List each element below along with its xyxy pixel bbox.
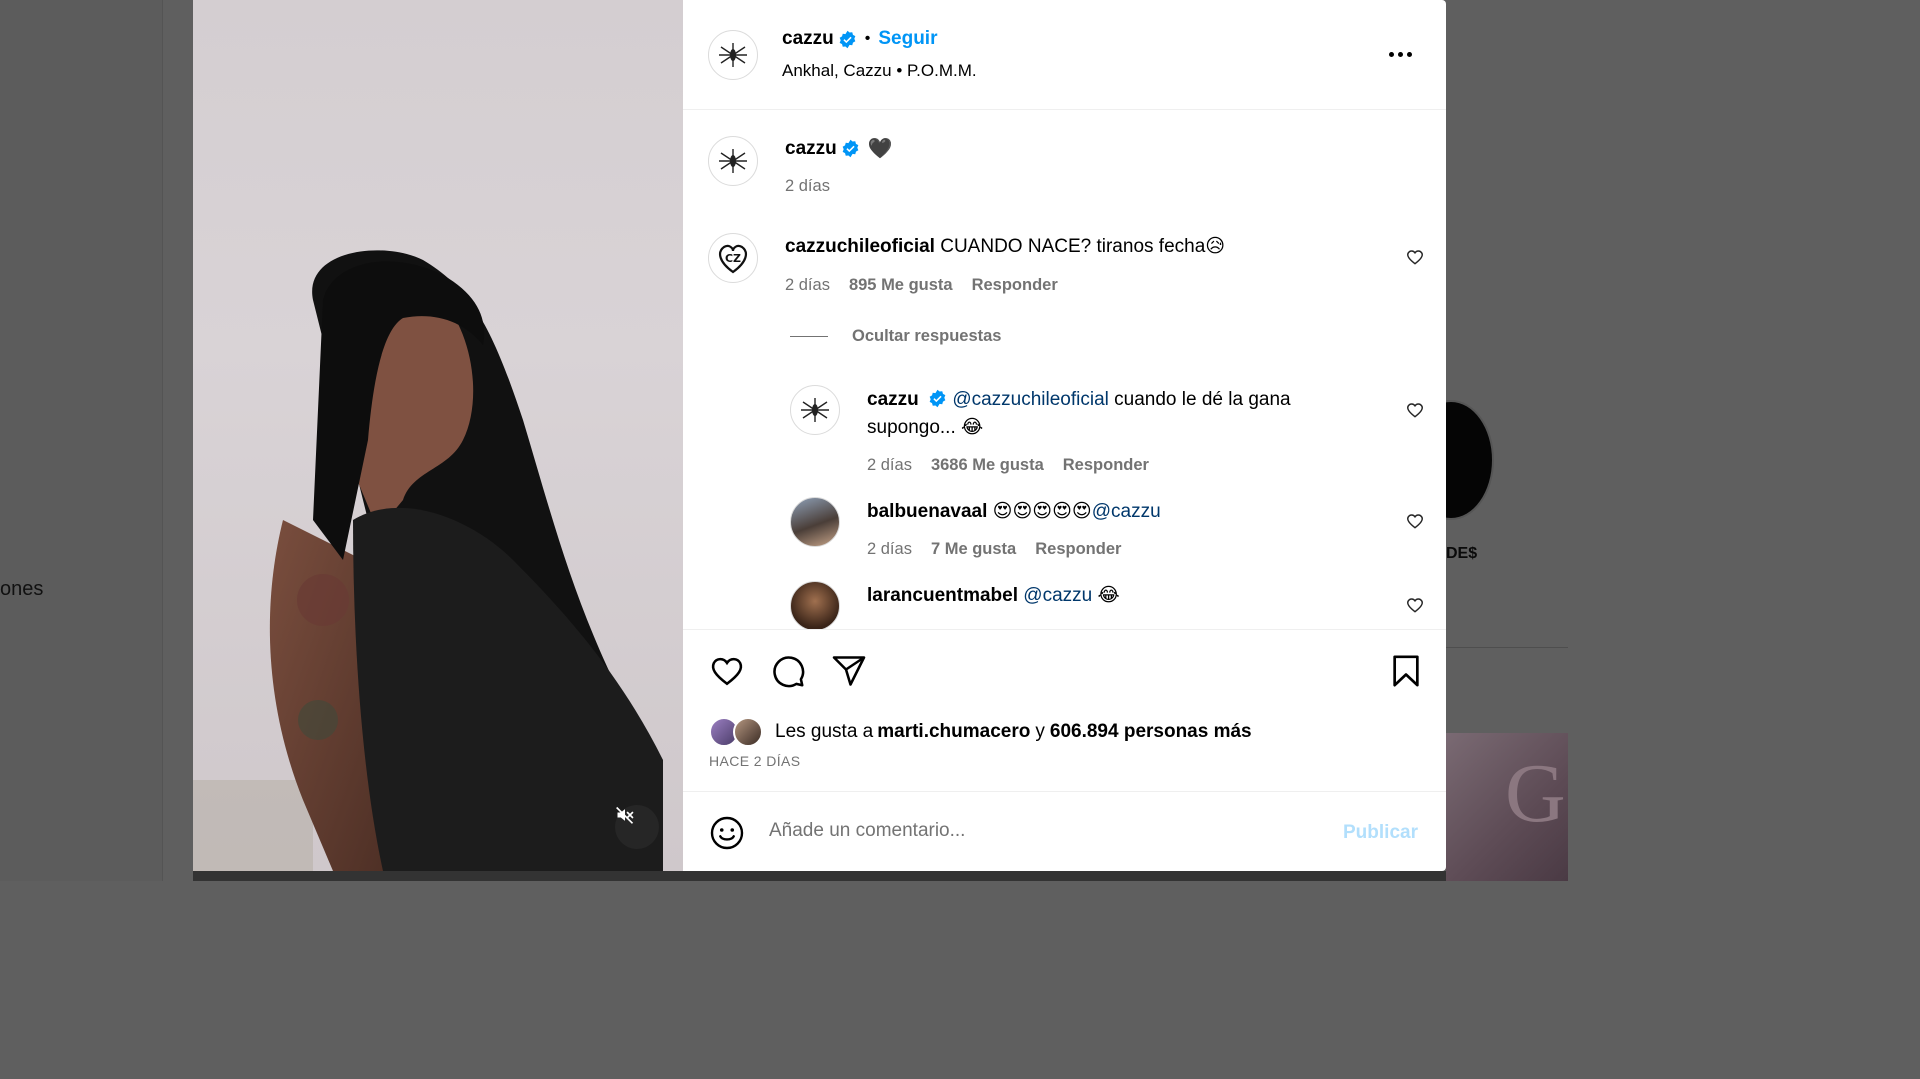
mute-button[interactable] (615, 805, 659, 849)
caption-username[interactable]: cazzu (785, 138, 837, 160)
caption-time[interactable]: 2 días (785, 177, 830, 196)
likes-summary: Les gusta a marti.chumacero y 606.894 pe… (709, 717, 1252, 747)
header-user-row: cazzu • Seguir (782, 28, 937, 50)
comments-list[interactable]: cazzu 🖤 2 días CZ cazzuchileoficial CUAN… (683, 111, 1446, 629)
comment-body: cazzuchileoficial CUANDO NACE? tiranos f… (785, 233, 1385, 261)
reply-mention[interactable]: @cazzu (1023, 585, 1092, 606)
comment-composer: Publicar (683, 791, 1446, 871)
toggle-replies[interactable]: Ocultar respuestas (790, 327, 1001, 346)
like-comment-heart-icon[interactable] (1405, 247, 1425, 267)
more-options-button[interactable] (1389, 44, 1417, 64)
background-bottom-strip (193, 871, 1446, 881)
comment-input[interactable] (769, 820, 1329, 842)
reply-username[interactable]: cazzu (867, 389, 919, 410)
like-reply-heart-icon[interactable] (1405, 511, 1425, 531)
spider-logo-icon (801, 398, 829, 422)
caption-text: 🖤 (867, 138, 893, 160)
reply-body: cazzu @cazzuchileoficial cuando le dé la… (867, 386, 1367, 442)
comment-meta: 2 días 895 Me gusta Responder (785, 276, 1058, 295)
likes-user[interactable]: marti.chumacero (877, 721, 1030, 743)
reply-username[interactable]: balbuenavaal (867, 501, 987, 522)
reply-time[interactable]: 2 días (867, 456, 912, 475)
likes-connector: y (1035, 721, 1045, 742)
background-sidebar (0, 0, 163, 881)
liker-avatars (709, 717, 769, 747)
follow-button[interactable]: Seguir (878, 28, 937, 50)
reply-meta: 2 días 3686 Me gusta Responder (867, 456, 1149, 475)
share-icon[interactable] (831, 653, 867, 689)
liker-avatar[interactable] (733, 717, 763, 747)
post-header: cazzu • Seguir Ankhal, Cazzu • P.O.M.M. (683, 0, 1446, 110)
separator-dot: • (864, 30, 871, 47)
emoji-icon[interactable] (709, 815, 745, 851)
author-avatar[interactable] (708, 30, 758, 80)
toggle-replies-line (790, 336, 828, 337)
reply-text: 😂 (1092, 585, 1120, 606)
reply-meta: 2 días 7 Me gusta Responder (867, 540, 1121, 559)
reply-time[interactable]: 2 días (867, 540, 912, 559)
background-nav-text: ones (0, 578, 44, 600)
reply-likes[interactable]: 7 Me gusta (931, 540, 1016, 559)
comment-icon[interactable] (770, 653, 806, 689)
author-username[interactable]: cazzu (782, 28, 834, 50)
background-divider (1446, 647, 1568, 648)
caption-row: cazzu 🖤 (785, 136, 893, 161)
reply-avatar-photo[interactable] (790, 497, 840, 547)
heart-logo-icon: CZ (718, 244, 748, 274)
heart-icon[interactable] (709, 653, 745, 689)
mute-icon (616, 806, 634, 824)
background-label: DE$ (1446, 545, 1478, 562)
video-frame-illustration (193, 250, 663, 871)
svg-text:CZ: CZ (725, 252, 741, 265)
more-options-dot (1407, 51, 1412, 57)
reply-mention[interactable]: @cazzu (1092, 501, 1161, 522)
reply-avatar[interactable] (790, 385, 840, 435)
more-options-icon (1389, 51, 1394, 57)
reply-button[interactable]: Responder (1035, 540, 1121, 559)
verified-icon (842, 139, 859, 158)
reply-button[interactable]: Responder (1063, 456, 1149, 475)
verified-icon (929, 389, 946, 408)
background-thumbnail-text: G (1505, 747, 1566, 840)
publish-button[interactable]: Publicar (1343, 822, 1418, 844)
post-date[interactable]: HACE 2 DÍAS (709, 753, 801, 769)
caption-avatar[interactable] (708, 136, 758, 186)
toggle-replies-label[interactable]: Ocultar respuestas (852, 327, 1001, 346)
reply-button[interactable]: Responder (972, 276, 1058, 295)
bookmark-icon[interactable] (1389, 653, 1423, 689)
reply-body: balbuenavaal 😍😍😍😍😍@cazzu (867, 498, 1367, 526)
reply-body: larancuentmabel @cazzu 😂 (867, 582, 1367, 610)
reply-text: 😍😍😍😍😍 (992, 501, 1092, 522)
reply-mention[interactable]: @cazzuchileoficial (952, 389, 1109, 410)
likes-count[interactable]: 606.894 personas más (1050, 721, 1252, 743)
more-options-dot (1398, 51, 1403, 57)
audio-label[interactable]: Ankhal, Cazzu • P.O.M.M. (782, 61, 977, 81)
comment-avatar[interactable]: CZ (708, 233, 758, 283)
likes-prefix: Les gusta a (775, 721, 874, 742)
caption-meta: 2 días (785, 177, 830, 196)
reply-likes[interactable]: 3686 Me gusta (931, 456, 1044, 475)
spider-logo-icon (719, 149, 747, 173)
reply-avatar-photo[interactable] (790, 581, 840, 629)
like-reply-heart-icon[interactable] (1405, 400, 1425, 420)
spider-logo-icon (719, 43, 747, 67)
comment-time[interactable]: 2 días (785, 276, 830, 295)
reply-username[interactable]: larancuentmabel (867, 585, 1018, 606)
verified-icon (839, 30, 856, 48)
comment-likes[interactable]: 895 Me gusta (849, 276, 953, 295)
post-details-panel: cazzu • Seguir Ankhal, Cazzu • P.O.M.M. … (683, 0, 1446, 871)
post-video[interactable] (193, 0, 683, 871)
like-reply-heart-icon[interactable] (1405, 595, 1425, 615)
comment-text: CUANDO NACE? tiranos fecha😥 (940, 236, 1226, 257)
comment-username[interactable]: cazzuchileoficial (785, 236, 935, 257)
